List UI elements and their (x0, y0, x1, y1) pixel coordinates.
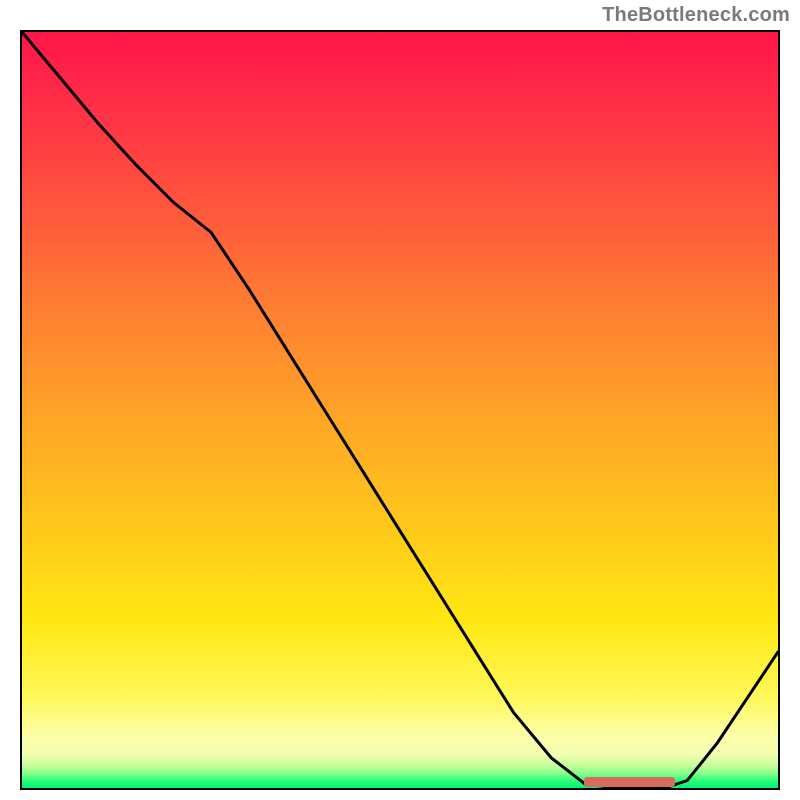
plot-area (20, 30, 780, 790)
attribution-text: TheBottleneck.com (602, 4, 790, 27)
optimum-marker (584, 777, 675, 787)
line-curve (22, 32, 778, 788)
curve-path (22, 32, 778, 788)
chart-container: TheBottleneck.com (0, 0, 800, 800)
